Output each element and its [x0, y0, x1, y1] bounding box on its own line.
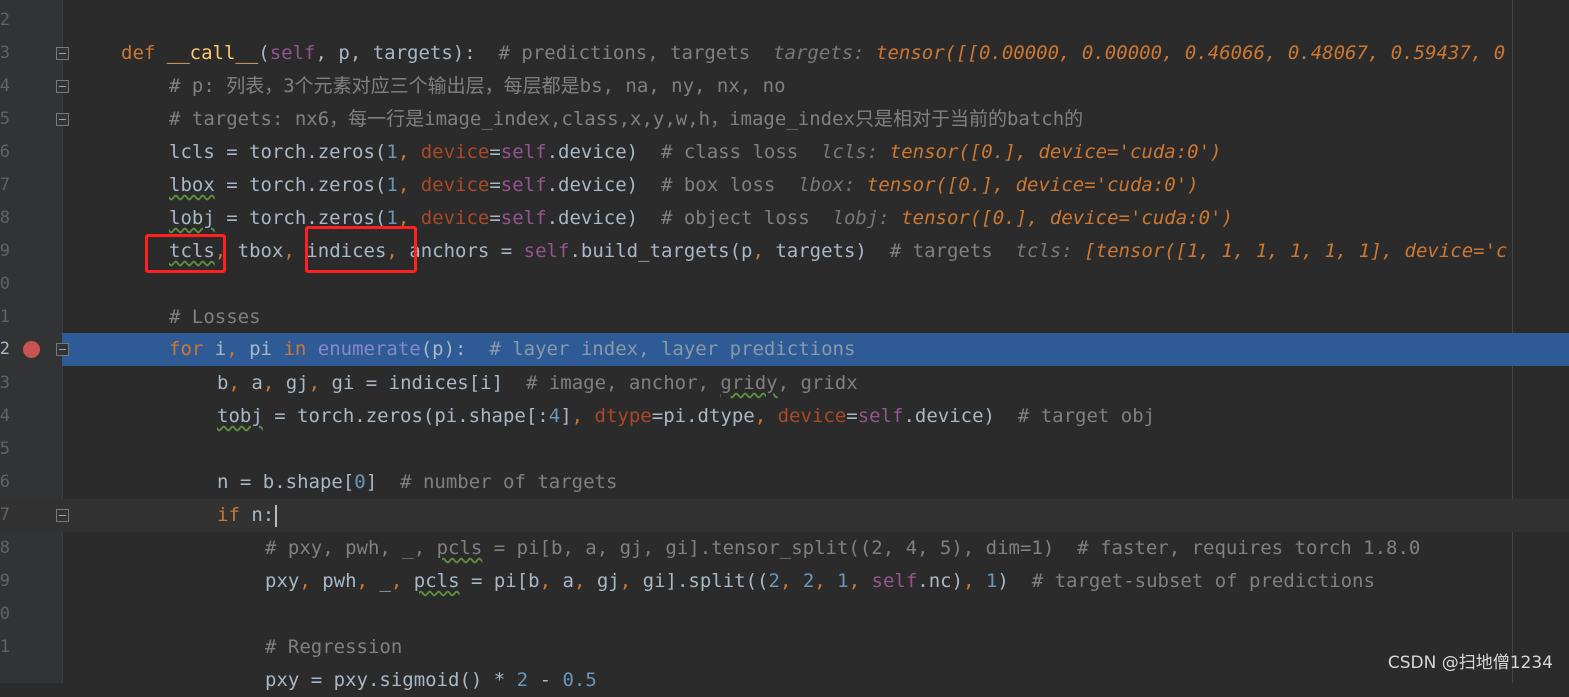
comment: # image, anchor,: [525, 372, 721, 394]
line-number: 2: [0, 339, 10, 359]
code-text: b, a, gj, gi = indices[i] # image, ancho…: [217, 372, 858, 394]
code-line[interactable]: 5: [0, 433, 1569, 466]
line-number: 2: [0, 10, 10, 30]
code-line[interactable]: 6 n = b.shape[0] # number of targets: [0, 466, 1569, 499]
fold-toggle-icon[interactable]: [56, 343, 69, 356]
line-number: 0: [0, 274, 10, 294]
fold-toggle-icon[interactable]: [56, 113, 69, 126]
code-text: lcls = torch.zeros(1, device=self.device…: [169, 141, 1222, 163]
inline-debug-hint-value: [tensor([1, 1, 1, 1, 1, 1], device='c: [1084, 240, 1508, 262]
comment: # class loss: [660, 141, 822, 163]
line-number: 1: [0, 637, 10, 657]
comment: # box loss: [660, 174, 799, 196]
code-text: pxy = pxy.sigmoid() * 2 - 0.5: [265, 669, 597, 691]
line-number: 3: [0, 43, 10, 63]
code-line[interactable]: 4 # p: 列表，3个元素对应三个输出层，每层都是bs, na, ny, nx…: [0, 70, 1569, 103]
function-name: __call__: [166, 42, 259, 64]
current-line[interactable]: 7 if n:: [0, 499, 1569, 532]
code-line[interactable]: 7 lbox = torch.zeros(1, device=self.devi…: [0, 169, 1569, 202]
code-text: tobj = torch.zeros(pi.shape[:4], dtype=p…: [217, 405, 1156, 427]
code-line[interactable]: 1 # Regression: [0, 631, 1569, 664]
code-line[interactable]: 0: [0, 598, 1569, 631]
inline-debug-hint-label: tcls:: [1015, 240, 1085, 262]
code-line[interactable]: 4 tobj = torch.zeros(pi.shape[:4], dtype…: [0, 400, 1569, 433]
code-text: n = b.shape[0] # number of targets: [217, 471, 618, 493]
fold-toggle-icon[interactable]: [56, 80, 69, 93]
line-number: 0: [0, 604, 10, 624]
comment: # targets: nx6，每一行是image_index,class,x,y…: [169, 108, 1084, 130]
inline-debug-hint-label: lobj:: [832, 207, 902, 229]
code-line[interactable]: 8 # pxy, pwh, _, pcls = pi[b, a, gj, gi]…: [0, 532, 1569, 565]
code-line[interactable]: 5 # targets: nx6，每一行是image_index,class,x…: [0, 103, 1569, 136]
code-line[interactable]: 6 lcls = torch.zeros(1, device=self.devi…: [0, 136, 1569, 169]
code-line[interactable]: 3 b, a, gj, gi = indices[i] # image, anc…: [0, 367, 1569, 400]
line-number: 1: [0, 307, 10, 327]
code-text: def __call__(self, p, targets): # predic…: [121, 42, 1506, 64]
line-number: 8: [0, 538, 10, 558]
keyword: def: [121, 42, 167, 64]
code-line[interactable]: 3 def __call__(self, p, targets): # pred…: [0, 37, 1569, 70]
inline-debug-hint-value: tensor([[0.00000, 0.00000, 0.46066, 0.48…: [876, 42, 1506, 64]
code-line[interactable]: 1 # Losses: [0, 301, 1569, 334]
code-line[interactable]: 2: [0, 4, 1569, 37]
code-text: for i, pi in enumerate(p): # layer index…: [169, 338, 856, 360]
code-line[interactable]: 9 tcls, tbox, indices, anchors = self.bu…: [0, 235, 1569, 268]
inline-debug-hint-value: tensor([0.], device='cuda:0'): [889, 141, 1222, 163]
text-caret: [275, 504, 278, 527]
fold-toggle-icon[interactable]: [56, 509, 69, 522]
comment: # targets: [889, 240, 1016, 262]
inline-debug-hint-label: targets:: [773, 42, 877, 64]
comment: # Regression: [265, 636, 403, 658]
inline-debug-hint-label: lbox:: [798, 174, 867, 196]
line-number: 9: [0, 241, 10, 261]
comment: # object loss: [660, 207, 833, 229]
code-text: lbox = torch.zeros(1, device=self.device…: [169, 174, 1199, 196]
line-number: 4: [0, 406, 10, 426]
comment: # pxy, pwh, _, pcls = pi[b, a, gj, gi].t…: [265, 537, 1421, 559]
line-number: 7: [0, 505, 10, 525]
code-line[interactable]: 8 lobj = torch.zeros(1, device=self.devi…: [0, 202, 1569, 235]
code-line[interactable]: pxy = pxy.sigmoid() * 2 - 0.5: [0, 664, 1569, 697]
inline-debug-hint-value: tensor([0.], device='cuda:0'): [866, 174, 1199, 196]
inline-debug-hint-value: tensor([0.], device='cuda:0'): [901, 207, 1233, 229]
fold-toggle-icon[interactable]: [56, 47, 69, 60]
line-number: 3: [0, 373, 10, 393]
line-number: 8: [0, 208, 10, 228]
line-number: 4: [0, 76, 10, 96]
comment: # target-subset of predictions: [1031, 570, 1375, 592]
line-number: 5: [0, 109, 10, 129]
breakpoint-icon[interactable]: [23, 341, 40, 358]
code-line[interactable]: 9 pxy, pwh, _, pcls = pi[b, a, gj, gi].s…: [0, 565, 1569, 598]
comment: # layer index, layer predictions: [489, 338, 856, 360]
code-text: if n:: [217, 499, 278, 532]
comment: # target obj: [1017, 405, 1156, 427]
line-number: 7: [0, 175, 10, 195]
code-line[interactable]: 0: [0, 268, 1569, 301]
line-number: 9: [0, 571, 10, 591]
code-text: pxy, pwh, _, pcls = pi[b, a, gj, gi].spl…: [265, 570, 1375, 592]
inline-debug-hint-label: lcls:: [821, 141, 890, 163]
execution-line[interactable]: 2 for i, pi in enumerate(p): # layer ind…: [0, 333, 1569, 366]
comment: # number of targets: [400, 471, 618, 493]
line-number: 6: [0, 472, 10, 492]
line-number: 5: [0, 439, 10, 459]
watermark: CSDN @扫地僧1234: [1387, 653, 1553, 673]
line-number: 6: [0, 142, 10, 162]
comment: # p: 列表，3个元素对应三个输出层，每层都是bs, na, ny, nx, …: [169, 75, 786, 97]
comment: # predictions, targets: [498, 42, 774, 64]
highlight-box-indices: [305, 226, 417, 273]
comment: # Losses: [169, 306, 261, 328]
